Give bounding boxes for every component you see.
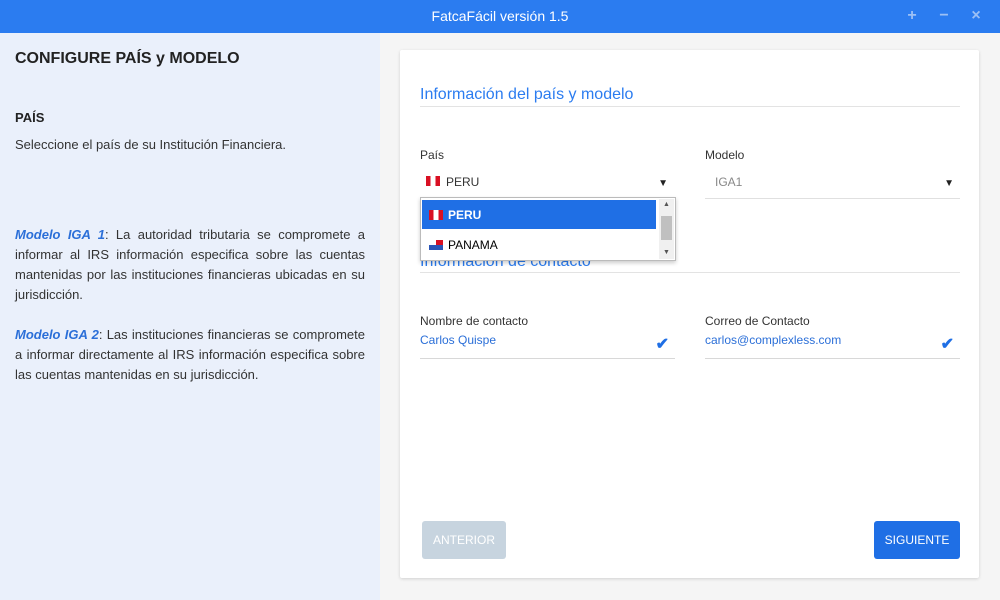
panama-flag-icon [429,240,443,250]
chevron-down-icon: ▼ [658,178,668,189]
dropdown-scrollbar[interactable]: ▲ ▼ [659,199,674,259]
scroll-down-icon[interactable]: ▼ [659,247,674,259]
siguiente-button[interactable]: SIGUIENTE [874,521,960,559]
check-icon: ✔ [940,336,954,353]
section-divider [420,106,960,107]
contact-email-value: carlos@complexless.com [705,333,842,347]
anterior-button[interactable]: ANTERIOR [422,521,506,559]
modelo-label: Modelo [705,148,745,162]
dropdown-option-label: PERU [448,208,482,222]
dropdown-option-label: PANAMA [448,238,498,252]
modelo-select[interactable]: IGA1 ▼ [705,172,960,199]
pais-select[interactable]: PERU ▼ [420,172,674,199]
contact-email-label: Correo de Contacto [705,314,810,328]
section-title-country: Información del país y modelo [420,86,634,103]
peru-flag-icon [429,210,443,220]
close-button[interactable]: × [969,8,983,24]
contact-name-field[interactable]: Carlos Quispe ✔ [420,332,675,359]
contact-email-field[interactable]: carlos@complexless.com ✔ [705,332,960,359]
maximize-button[interactable]: + [905,8,919,24]
modelo-iga2-paragraph: Modelo IGA 2: Las instituciones financie… [15,325,365,385]
dropdown-option-panama[interactable]: PANAMA [422,230,656,259]
pais-heading: PAÍS [15,110,45,125]
sidebar-heading: CONFIGURE PAÍS y MODELO [15,50,240,67]
pais-description: Seleccione el país de su Institución Fin… [15,137,286,152]
pais-select-value: PERU [446,175,480,189]
section-divider [420,272,960,273]
modelo-iga1-paragraph: Modelo IGA 1: La autoridad tributaria se… [15,225,365,305]
pais-dropdown-list: PERU PANAMA ▲ ▼ [420,197,676,261]
check-icon: ✔ [655,336,669,353]
pais-label: País [420,148,445,162]
contact-name-label: Nombre de contacto [420,314,529,328]
minimize-button[interactable]: − [937,8,951,24]
help-sidebar: CONFIGURE PAÍS y MODELO PAÍS Seleccione … [0,33,380,600]
modelo-iga1-name: Modelo IGA 1 [15,227,105,242]
scrollbar-thumb[interactable] [661,216,672,240]
modelo-select-value: IGA1 [715,175,743,189]
chevron-down-icon: ▼ [944,178,954,189]
contact-name-value: Carlos Quispe [420,333,497,347]
dropdown-option-peru[interactable]: PERU [422,200,656,229]
window-title: FatcaFácil versión 1.5 [431,8,569,24]
window-titlebar: FatcaFácil versión 1.5 + − × [0,0,1000,33]
peru-flag-icon [426,176,440,186]
scroll-up-icon[interactable]: ▲ [659,199,674,211]
modelo-iga2-name: Modelo IGA 2 [15,327,99,342]
